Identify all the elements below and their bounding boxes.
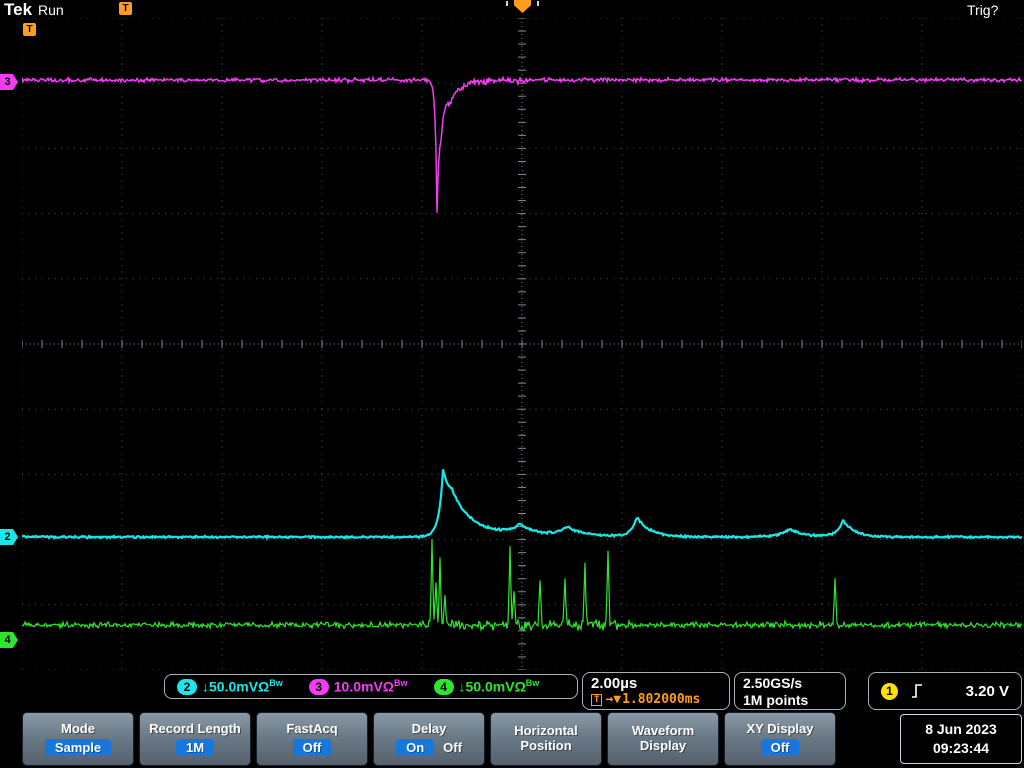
- time-display: 09:23:44: [933, 739, 989, 758]
- delay-value: 1.802000ms: [622, 692, 700, 707]
- horizontal-position-label: Horizontal Position: [500, 724, 592, 754]
- fastacq-value: Off: [293, 739, 332, 756]
- trace-ch3: [22, 78, 1022, 213]
- horizontal-position-button[interactable]: Horizontal Position: [490, 712, 602, 766]
- edge-trigger-icon: [910, 682, 924, 700]
- waveform-display-button[interactable]: Waveform Display: [607, 712, 719, 766]
- ch4-scale: ↓50.0mVΩBw: [459, 678, 540, 695]
- xy-display-button[interactable]: XY Display Off: [724, 712, 836, 766]
- record-points: 1M points: [743, 692, 837, 709]
- fastacq-label: FastAcq: [286, 722, 337, 737]
- trigger-source-badge: 1: [881, 683, 898, 700]
- mode-label: Mode: [61, 722, 95, 737]
- waveform-display-label: Waveform Display: [617, 724, 709, 754]
- delay-off-option[interactable]: Off: [443, 740, 462, 755]
- ch2-scale: ↓50.0mVΩBw: [202, 678, 283, 695]
- sample-rate: 2.50GS/s: [743, 675, 837, 692]
- xy-display-value: Off: [761, 739, 800, 756]
- ch3-readout: 3 10.0mVΩBw: [309, 678, 408, 695]
- mode-button[interactable]: Mode Sample: [22, 712, 134, 766]
- delay-button[interactable]: Delay On Off: [373, 712, 485, 766]
- trace-ch2: [22, 469, 1022, 538]
- ch3-badge: 3: [309, 679, 329, 695]
- delay-arrow-icon: →▼: [605, 692, 621, 707]
- mode-value: Sample: [45, 739, 111, 756]
- record-length-button[interactable]: Record Length 1M: [139, 712, 251, 766]
- acquisition-readout: 2.50GS/s 1M points: [734, 672, 846, 710]
- record-length-value: 1M: [176, 739, 214, 756]
- trigger-level: 3.20 V: [966, 683, 1009, 700]
- trigger-readout: 1 3.20 V: [868, 672, 1022, 710]
- record-length-label: Record Length: [149, 722, 241, 737]
- trigger-status-label: Trig?: [967, 2, 998, 18]
- brand-logo: Tek: [4, 0, 32, 20]
- ch4-readout: 4 ↓50.0mVΩBw: [434, 678, 540, 695]
- acquisition-status: Run: [38, 2, 64, 18]
- trigger-position-marker[interactable]: [514, 0, 531, 13]
- oscilloscope-screen: Tek Run T Trig? T 3 2 4 2 ↓50.0mVΩBw 3 1…: [0, 0, 1024, 768]
- channel-readouts: 2 ↓50.0mVΩBw 3 10.0mVΩBw 4 ↓50.0mVΩBw: [164, 674, 578, 699]
- waveform-display: [22, 18, 1022, 670]
- timebase-readout: 2.00µs T →▼ 1.802000ms: [582, 672, 730, 710]
- timebase-value: 2.00µs: [591, 675, 721, 692]
- channel4-marker[interactable]: 4: [0, 632, 18, 648]
- fastacq-button[interactable]: FastAcq Off: [256, 712, 368, 766]
- graticule: [22, 18, 1022, 670]
- ch3-scale: 10.0mVΩBw: [334, 678, 408, 695]
- channel3-marker[interactable]: 3: [0, 74, 18, 90]
- datetime-display: 8 Jun 2023 09:23:44: [900, 714, 1022, 764]
- ch2-readout: 2 ↓50.0mVΩBw: [177, 678, 283, 695]
- delay-on-option[interactable]: On: [396, 739, 434, 756]
- ch2-badge: 2: [177, 679, 197, 695]
- delay-label: Delay: [412, 722, 447, 737]
- expansion-tick-right: [537, 1, 539, 6]
- delay-t-icon: T: [591, 694, 602, 706]
- xy-display-label: XY Display: [747, 722, 814, 737]
- trigger-source-icon: T: [119, 2, 132, 15]
- channel2-marker[interactable]: 2: [0, 529, 18, 545]
- delay-reference-marker[interactable]: T: [23, 23, 36, 36]
- delay-readout: T →▼ 1.802000ms: [591, 692, 721, 707]
- expansion-tick-left: [506, 1, 508, 6]
- ch4-badge: 4: [434, 679, 454, 695]
- date-display: 8 Jun 2023: [925, 720, 997, 739]
